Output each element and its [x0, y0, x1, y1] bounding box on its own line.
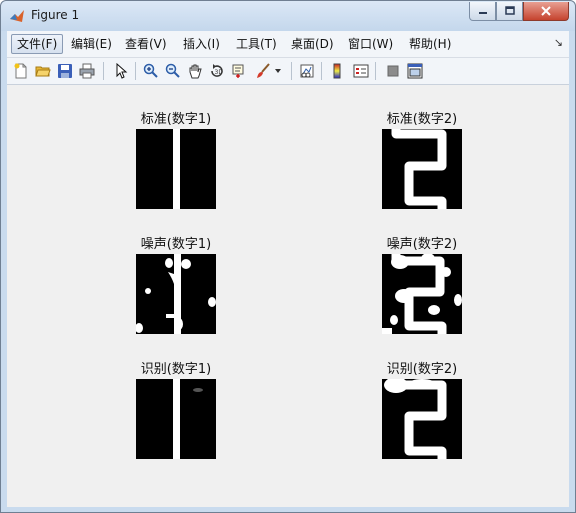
show-plot-tools-button[interactable]	[405, 61, 425, 81]
open-file-button[interactable]	[33, 61, 53, 81]
toolbar-separator	[291, 62, 292, 80]
zoom-in-button[interactable]	[141, 61, 161, 81]
matlab-icon	[10, 10, 24, 22]
pointer-icon	[116, 63, 128, 79]
figure-canvas: 标准(数字1) 标准(数字2) 噪声(数字1) 噪声(数字2) 识别(数字1) …	[7, 85, 569, 507]
brush-dropdown-button[interactable]	[273, 61, 283, 81]
hide-plot-tools-button[interactable]	[383, 61, 403, 81]
toolbar-separator	[375, 62, 376, 80]
show-plot-tools-icon	[407, 63, 423, 79]
window-title: Figure 1	[31, 8, 80, 22]
plot-standard-digit-1	[136, 129, 216, 209]
new-figure-button[interactable]	[11, 61, 31, 81]
plot-standard-digit-2	[382, 129, 462, 209]
figure-window: Figure 1 文件(F) 编辑(E) 查看(V) 插入(I) 工具(T) 桌…	[0, 0, 576, 513]
plot-noise-digit-1	[136, 254, 216, 334]
zoom-out-button[interactable]	[163, 61, 183, 81]
data-cursor-icon	[232, 64, 244, 78]
link-plot-icon	[300, 64, 314, 78]
plot-recognized-digit-2	[382, 379, 462, 459]
brush-button[interactable]	[253, 61, 273, 81]
plot-title-recognized-1: 识别(数字1)	[140, 362, 212, 377]
minimize-icon	[478, 12, 487, 14]
maximize-button[interactable]	[496, 2, 523, 21]
colorbar-button[interactable]	[327, 61, 347, 81]
menu-overflow-icon[interactable]: ↘	[554, 36, 563, 49]
open-file-icon	[35, 66, 51, 77]
colorbar-icon	[333, 63, 341, 79]
hide-plot-tools-icon	[387, 65, 399, 77]
menu-tools[interactable]: 工具(T)	[231, 34, 282, 54]
plot-recognized-digit-1	[136, 379, 216, 459]
brush-dropdown-icon	[275, 69, 281, 73]
print-button[interactable]	[77, 61, 97, 81]
print-icon	[79, 63, 95, 79]
toolbar: 3D	[7, 58, 569, 85]
save-icon	[58, 64, 72, 78]
plot-title-standard-1: 标准(数字1)	[140, 112, 212, 127]
zoom-out-icon	[165, 63, 180, 78]
plot-title-noise-2: 噪声(数字2)	[386, 237, 458, 252]
close-icon	[541, 6, 551, 16]
link-plot-button[interactable]	[297, 61, 317, 81]
minimize-button[interactable]	[469, 2, 496, 21]
pan-icon	[189, 64, 202, 79]
toolbar-separator	[135, 62, 136, 80]
zoom-in-icon	[143, 63, 158, 78]
menu-edit[interactable]: 编辑(E)	[66, 34, 117, 54]
menu-help[interactable]: 帮助(H)	[404, 34, 456, 54]
maximize-icon	[504, 6, 515, 15]
menu-window[interactable]: 窗口(W)	[343, 34, 398, 54]
pan-button[interactable]	[185, 61, 205, 81]
pointer-button[interactable]	[111, 61, 131, 81]
plot-title-recognized-2: 识别(数字2)	[386, 362, 458, 377]
title-bar[interactable]: Figure 1	[1, 1, 575, 31]
menu-insert[interactable]: 插入(I)	[178, 34, 225, 54]
rotate-3d-button[interactable]: 3D	[207, 61, 227, 81]
legend-icon	[353, 64, 369, 78]
plot-title-standard-2: 标准(数字2)	[386, 112, 458, 127]
toolbar-separator	[103, 62, 104, 80]
menu-desktop[interactable]: 桌面(D)	[286, 34, 339, 54]
new-figure-icon	[14, 63, 27, 79]
close-button[interactable]	[523, 2, 569, 21]
svg-text:3D: 3D	[215, 69, 224, 76]
toolbar-separator	[321, 62, 322, 80]
save-button[interactable]	[55, 61, 75, 81]
menu-file[interactable]: 文件(F)	[11, 34, 64, 54]
legend-button[interactable]	[351, 61, 371, 81]
plot-title-noise-1: 噪声(数字1)	[140, 237, 212, 252]
menu-view[interactable]: 查看(V)	[120, 34, 172, 54]
data-cursor-button[interactable]	[229, 61, 249, 81]
rotate-3d-icon: 3D	[211, 64, 224, 77]
menu-bar: 文件(F) 编辑(E) 查看(V) 插入(I) 工具(T) 桌面(D) 窗口(W…	[7, 31, 569, 58]
plot-noise-digit-2	[382, 254, 462, 334]
brush-icon	[257, 63, 270, 78]
